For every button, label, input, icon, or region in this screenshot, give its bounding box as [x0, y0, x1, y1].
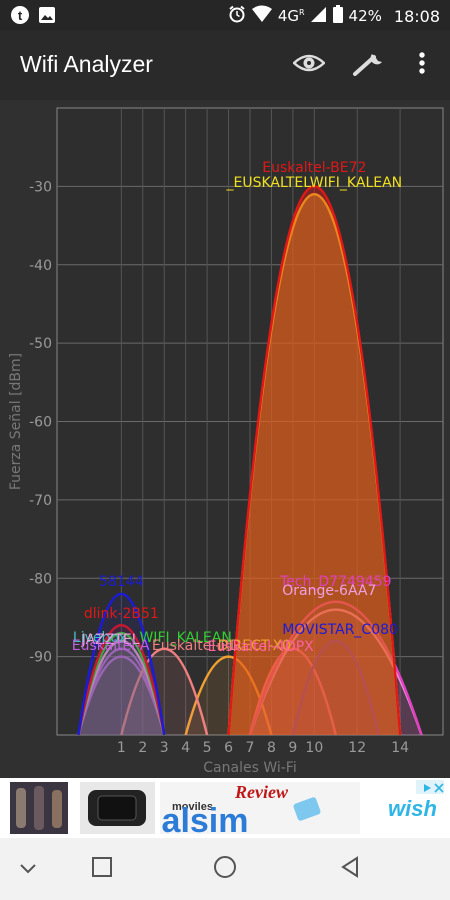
wifi-channel-chart: -30 -40 -50 -60 -70 -80 -90 1 2 3 4 5 6 7 8 9 10 12 14 Cana… [0, 100, 450, 778]
app-bar: Wifi Analyzer [0, 30, 450, 100]
back-triangle-icon [339, 856, 361, 882]
chevron-down-icon [19, 860, 37, 879]
network-label: Euskaltel-BE72 [262, 160, 366, 176]
ad-brand: dualsim [160, 802, 248, 834]
y-tick-label: -50 [29, 336, 52, 352]
battery-percent: 42% [348, 7, 382, 25]
image-icon [38, 6, 56, 28]
channel-graph: -30-40-50-60-70-80-901 2 3 4 5 6 7 8 9 10 12 14Cana… [8, 107, 444, 776]
network-type: 4GR [277, 7, 305, 25]
x-tick-label: 12 [348, 740, 366, 756]
dualsim-logo: moviles dualsim Review [120, 782, 360, 840]
battery-icon [332, 5, 343, 27]
y-tick-label: -80 [29, 571, 52, 587]
ad-divider [362, 782, 372, 834]
view-button[interactable] [292, 50, 326, 80]
status-bar: t 4GR 42% 18:08 [0, 0, 450, 30]
x-tick-label: 6 [224, 740, 233, 756]
network-label: 58144 [99, 574, 144, 590]
y-axis-label: Fuerza Señal [dBm] [8, 353, 24, 490]
x-tick-label: 3 [160, 740, 169, 756]
hide-keyboard-button[interactable] [8, 854, 48, 884]
more-vertical-icon [418, 51, 426, 79]
x-tick-label: 8 [267, 740, 276, 756]
x-tick-label: 2 [138, 740, 147, 756]
home-button[interactable] [205, 854, 245, 884]
app-title: Wifi Analyzer [20, 51, 153, 77]
x-tick-label: 10 [305, 740, 323, 756]
x-tick-label: 1 [117, 740, 126, 756]
y-tick-label: -60 [29, 415, 52, 431]
circle-icon [213, 855, 237, 883]
network-label: Euskaltel-4DPX [208, 639, 315, 655]
back-button[interactable] [330, 854, 370, 884]
y-tick-label: -30 [29, 179, 52, 195]
ad-info-icon [422, 778, 432, 797]
y-tick-label: -90 [29, 650, 52, 666]
alarm-icon [228, 5, 246, 27]
tools-button[interactable] [352, 50, 386, 80]
navigation-bar [0, 838, 450, 900]
wrench-icon [352, 50, 386, 80]
clock: 18:08 [393, 6, 440, 26]
y-tick-label: -40 [29, 258, 52, 274]
wifi-icon [251, 5, 272, 27]
x-tick-label: 14 [391, 740, 409, 756]
x-tick-label: 5 [203, 740, 212, 756]
network-label: Euskaltel-A [72, 638, 150, 654]
overflow-menu-button[interactable] [405, 50, 439, 80]
network-label: _EUSKALTELWIFI_KALEAN [226, 175, 403, 191]
x-tick-label: 7 [246, 740, 255, 756]
x-tick-label: 9 [288, 740, 297, 756]
network-label: dlink-2B51 [84, 606, 159, 622]
x-axis-label: Canales Wi-Fi [203, 760, 296, 776]
recents-button[interactable] [82, 854, 122, 884]
eye-icon [292, 52, 326, 78]
network-label: MOVISTAR_C080 [282, 622, 398, 638]
svg-text:t: t [18, 8, 23, 23]
ad-image-1[interactable] [10, 782, 68, 834]
square-icon [91, 856, 113, 882]
t-icon: t [10, 5, 30, 29]
ad-banner[interactable]: moviles dualsim Review wish [0, 778, 450, 840]
ad-brand-badge: Review [234, 782, 289, 802]
ad-close-icon[interactable] [434, 778, 444, 797]
signal-icon [310, 5, 327, 27]
y-tick-label: -70 [29, 493, 52, 509]
ad-image-2[interactable] [80, 782, 155, 834]
ad-choices[interactable] [416, 780, 444, 794]
wish-logo[interactable]: wish [388, 796, 437, 822]
x-tick-label: 4 [181, 740, 190, 756]
network-label: Orange-6AA7 [282, 583, 376, 599]
